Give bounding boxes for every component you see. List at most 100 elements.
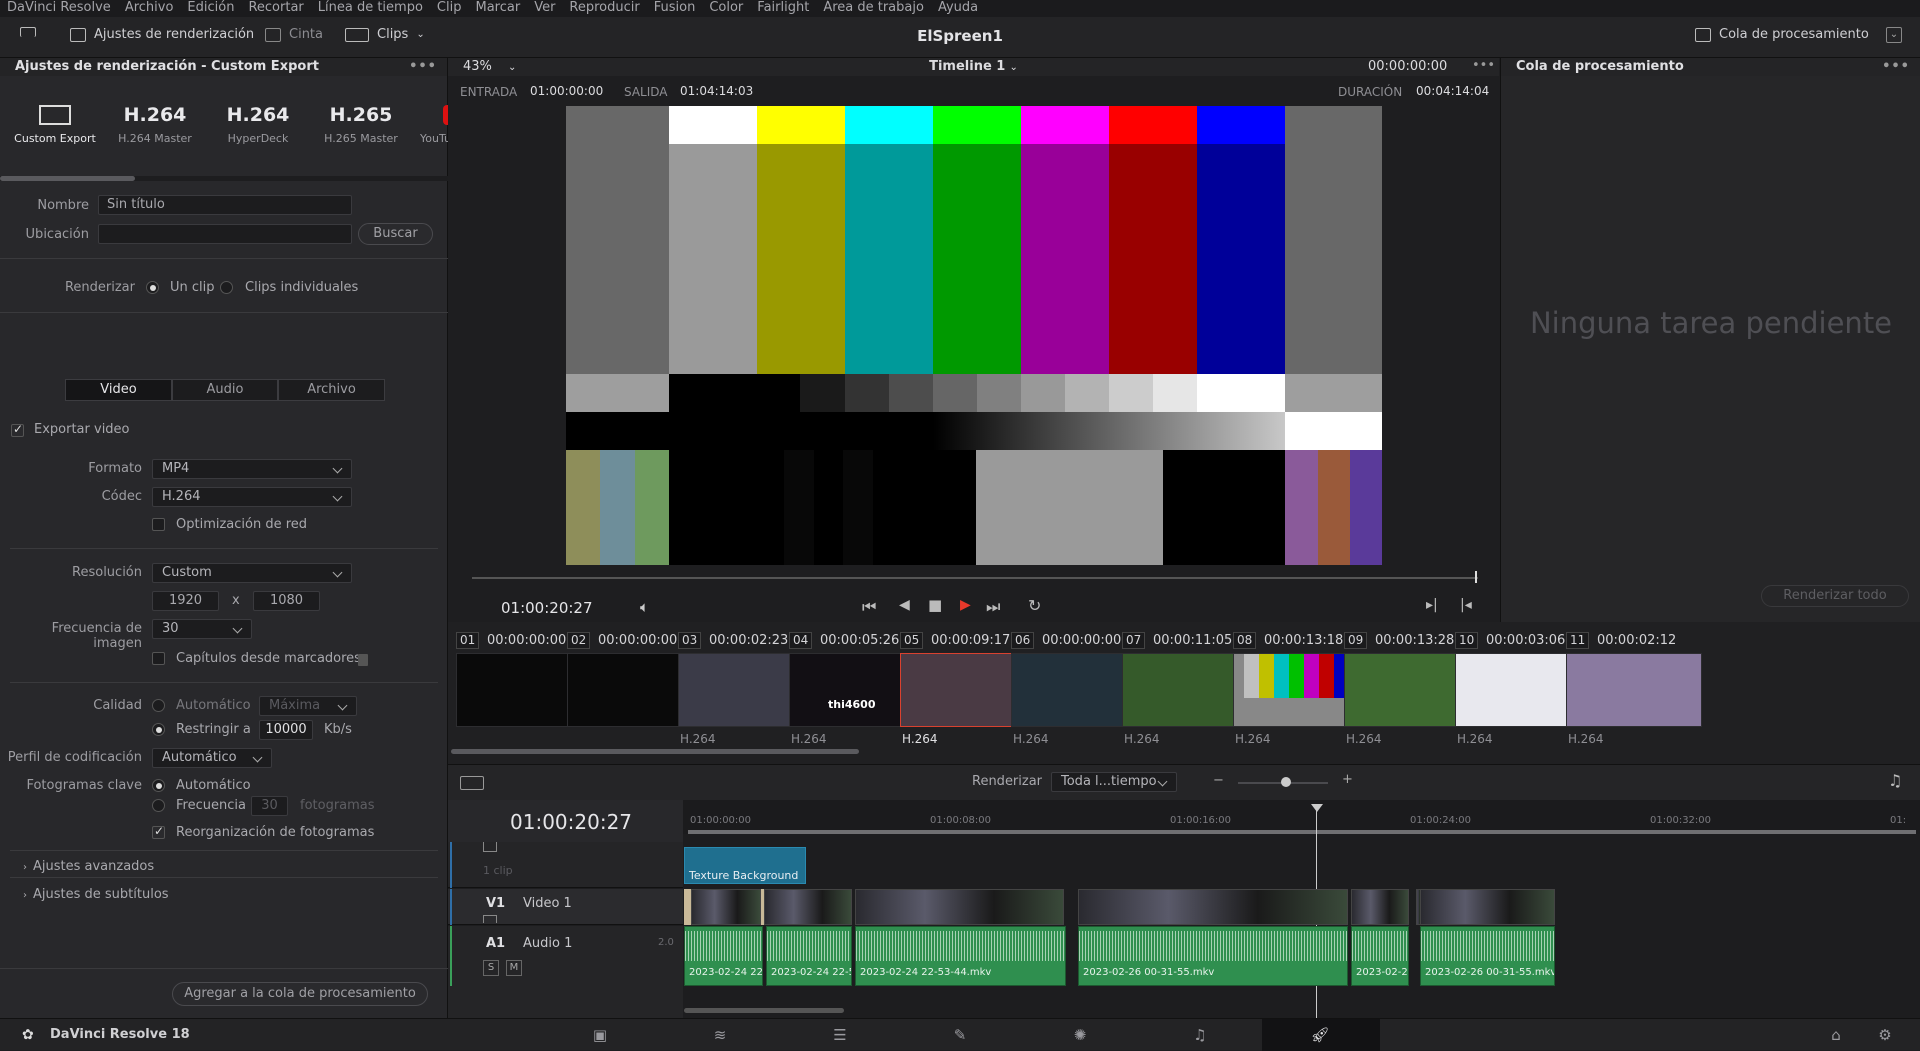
audio-meter-icon[interactable]: ♫ [1888, 771, 1902, 790]
export-video-checkbox[interactable] [11, 422, 24, 437]
menu-item[interactable]: Clip [430, 0, 469, 17]
play-reverse-icon[interactable]: ◀︎ [899, 597, 910, 613]
quality-auto-radio[interactable] [152, 699, 165, 712]
fairlight-page-icon[interactable]: ♫ [1190, 1027, 1210, 1043]
video-clip[interactable] [1078, 889, 1348, 925]
preset-youtube[interactable]: YouTu [418, 98, 448, 145]
menu-item[interactable]: Edición [180, 0, 241, 17]
track-icon[interactable] [483, 842, 497, 852]
width-field[interactable]: 1920 [152, 591, 219, 611]
tab-audio[interactable]: Audio [172, 379, 278, 401]
more-options-icon[interactable]: ••• [409, 58, 437, 76]
framerate-dropdown[interactable]: 30 [152, 619, 252, 639]
mute-button[interactable]: M [506, 960, 522, 976]
queue-options-icon[interactable]: ••• [1882, 58, 1910, 76]
menu-item[interactable]: Ayuda [931, 0, 985, 17]
skip-end-icon[interactable]: ⏭︎ [986, 597, 1000, 617]
video-clip[interactable] [1420, 889, 1555, 925]
scrubber-bar[interactable] [472, 577, 1478, 579]
preset-custom-export[interactable]: Custom Export [10, 98, 100, 145]
menu-item[interactable]: Fusion [647, 0, 703, 17]
color-page-icon[interactable]: ✺ [1070, 1027, 1090, 1043]
kf-auto-radio[interactable] [152, 779, 165, 792]
video-clip[interactable] [855, 889, 1064, 925]
video-clip[interactable] [764, 889, 852, 925]
subtitle-settings-toggle[interactable]: › Ajustes de subtítulos [23, 887, 169, 902]
codec-dropdown[interactable]: H.264 [152, 487, 352, 507]
advanced-settings-toggle[interactable]: › Ajustes avanzados [23, 859, 154, 874]
zoom-out-icon[interactable]: − [1213, 773, 1224, 788]
bitrate-field[interactable]: 10000 [259, 720, 313, 740]
media-page-icon[interactable]: ▣ [590, 1027, 610, 1043]
audio-clip[interactable]: 2023-02-26 00-31-55.mkv [1078, 926, 1348, 986]
video-clip[interactable] [691, 889, 761, 925]
scrubber-handle[interactable] [1475, 571, 1477, 583]
track-name-v1[interactable]: Video 1 [523, 896, 572, 911]
render-queue-toggle[interactable]: Cola de procesamiento [1695, 27, 1869, 42]
audio-clip[interactable]: 2023-02-24 22-53-44.mkv [855, 926, 1066, 986]
format-dropdown[interactable]: MP4 [152, 459, 352, 479]
timeline-selector[interactable]: Timeline 1 ⌄ [448, 59, 1499, 74]
viewer-timecode[interactable]: 00:00:00:00 [1368, 59, 1447, 74]
clips-scrollbar[interactable] [451, 749, 859, 754]
menu-item[interactable]: Línea de tiempo [311, 0, 430, 17]
collapse-icon[interactable]: ⌄ [1886, 27, 1902, 43]
menu-item[interactable]: DaVinci Resolve [0, 0, 118, 17]
track-icon[interactable] [483, 915, 497, 923]
render-range-dropdown[interactable]: Toda l...tiempo [1051, 772, 1177, 792]
loop-icon[interactable]: ↻ [1028, 596, 1041, 615]
zoom-slider-handle[interactable] [1281, 777, 1291, 787]
mark-in-icon[interactable]: |◂ [1460, 597, 1472, 613]
menu-item[interactable]: Área de trabajo [816, 0, 931, 17]
stop-icon[interactable]: ■ [928, 596, 942, 614]
chapters-checkbox[interactable] [152, 652, 165, 665]
menu-item[interactable]: Fairlight [750, 0, 816, 17]
preset-h265-master[interactable]: H.265 H.265 Master [316, 98, 406, 145]
volume-icon[interactable]: 🔈︎ [640, 598, 649, 616]
menu-item[interactable]: Recortar [241, 0, 310, 17]
preset-h264-master[interactable]: H.264 H.264 Master [110, 98, 200, 145]
preset-hyperdeck[interactable]: H.264 HyperDeck [213, 98, 303, 145]
home-icon[interactable]: ⌂ [1826, 1027, 1846, 1043]
texture-background-clip[interactable]: Texture Background [684, 847, 806, 884]
network-opt-checkbox[interactable] [152, 518, 165, 531]
mark-out-icon[interactable]: ▸| [1426, 597, 1438, 613]
menu-item[interactable]: Archivo [118, 0, 181, 17]
menu-item[interactable]: Ver [527, 0, 562, 17]
kf-value-field[interactable]: 30 [251, 796, 288, 816]
quality-restrict-radio[interactable] [152, 723, 165, 736]
name-field[interactable]: Sin título [98, 195, 352, 215]
zoom-in-icon[interactable]: + [1342, 772, 1353, 787]
reorder-checkbox[interactable] [152, 824, 165, 839]
add-to-queue-button[interactable]: Agregar a la cola de procesamiento [172, 982, 428, 1006]
tab-file[interactable]: Archivo [278, 379, 385, 401]
edit-page-icon[interactable]: ☰ [830, 1027, 850, 1043]
play-icon[interactable]: ▶︎ [960, 597, 971, 613]
profile-dropdown[interactable]: Automático [152, 748, 272, 768]
menu-item[interactable]: Color [702, 0, 750, 17]
browse-button[interactable]: Buscar [358, 223, 433, 245]
audio-clip[interactable]: 2023-02-24 22... [684, 926, 763, 986]
preset-scrollbar[interactable] [0, 176, 448, 181]
skip-start-icon[interactable]: ⏮︎ [862, 597, 876, 617]
kf-frequency-radio[interactable] [152, 799, 165, 812]
individual-clips-radio[interactable] [220, 281, 233, 294]
deliver-page-tab[interactable]: 🚀︎ [1262, 1019, 1380, 1051]
timeline-ruler[interactable] [683, 800, 1920, 834]
track-name-a1[interactable]: Audio 1 [523, 936, 572, 951]
resolution-dropdown[interactable]: Custom [152, 563, 352, 583]
cut-page-icon[interactable]: ≋ [710, 1027, 730, 1043]
audio-clip[interactable]: 2023-02-26 00-31-55.mkv [1420, 926, 1555, 986]
single-clip-radio[interactable] [146, 281, 159, 294]
quality-max-dropdown[interactable]: Máxima [259, 696, 357, 716]
solo-button[interactable]: S [483, 960, 499, 976]
timeline-view-icon[interactable] [460, 776, 484, 790]
menu-item[interactable]: Reproducir [562, 0, 646, 17]
tab-video[interactable]: Video [65, 379, 172, 401]
viewer-options-icon[interactable]: ••• [1472, 58, 1495, 73]
render-all-button[interactable]: Renderizar todo [1761, 585, 1909, 607]
clip-thumbnail[interactable]: 11 00:00:02:12 H.264 [1566, 632, 1702, 746]
timeline-scrollbar[interactable] [684, 1008, 844, 1013]
location-field[interactable] [98, 224, 352, 244]
audio-clip[interactable]: 2023-02-2... [1351, 926, 1409, 986]
